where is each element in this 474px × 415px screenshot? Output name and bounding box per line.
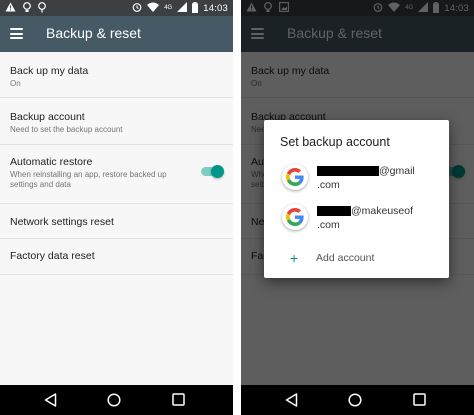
setting-back-up-my-data[interactable]: Back up my data On	[0, 52, 233, 98]
left-screen: 4G 14:03 Backup & reset Back up my data …	[0, 0, 233, 415]
setting-automatic-restore[interactable]: Automatic restore When reinstalling an a…	[0, 145, 233, 204]
google-icon	[282, 164, 308, 190]
warning-icon	[5, 2, 16, 14]
setting-summary: When reinstalling an app, restore backed…	[10, 170, 167, 189]
recents-icon[interactable]	[413, 393, 426, 411]
setting-title: Backup account	[10, 111, 85, 123]
page-title: Backup & reset	[46, 25, 141, 41]
account-domain: @makeuseof	[351, 205, 414, 217]
settings-list: Back up my data On Backup account Need t…	[0, 52, 233, 275]
status-bar: 4G 14:03	[0, 0, 233, 16]
setting-summary: On	[10, 79, 21, 88]
account-email: @gmail .com	[317, 164, 415, 192]
add-account-label: Add account	[316, 252, 375, 264]
lightbulb-icon	[23, 1, 31, 15]
home-icon[interactable]	[348, 393, 362, 412]
account-option-makeuseof[interactable]: @makeuseof .com	[282, 204, 413, 232]
setting-title: Automatic restore	[10, 156, 93, 168]
setting-factory-data-reset[interactable]: Factory data reset	[0, 239, 233, 275]
account-email: @makeuseof .com	[317, 204, 413, 232]
alarm-icon	[132, 2, 142, 14]
setting-network-settings-reset[interactable]: Network settings reset	[0, 204, 233, 239]
plus-icon: +	[290, 250, 299, 266]
add-account-button[interactable]: + Add account	[290, 250, 374, 266]
clock: 14:03	[203, 2, 228, 14]
account-option-gmail[interactable]: @gmail .com	[282, 164, 415, 192]
set-backup-account-dialog: Set backup account @gmail .com @makeuseo…	[264, 120, 449, 278]
setting-summary: Need to set the backup account	[10, 125, 123, 134]
setting-title: Factory data reset	[10, 250, 95, 262]
location-icon	[38, 1, 46, 15]
wifi-icon	[147, 2, 160, 14]
battery-icon	[192, 1, 199, 15]
dialog-title: Set backup account	[280, 135, 390, 149]
back-icon[interactable]	[44, 393, 57, 412]
app-bar: Backup & reset	[0, 16, 233, 52]
home-icon[interactable]	[107, 393, 121, 412]
right-screen: 4G 14:03 Backup & reset Back up my data …	[241, 0, 474, 415]
setting-backup-account[interactable]: Backup account Need to set the backup ac…	[0, 98, 233, 145]
navigation-bar	[241, 385, 474, 415]
back-icon[interactable]	[285, 393, 298, 412]
navigation-bar	[0, 385, 233, 415]
automatic-restore-toggle[interactable]	[201, 165, 224, 178]
account-tld: .com	[317, 219, 340, 231]
redaction-bar	[317, 166, 379, 177]
network-type: 4G	[164, 5, 173, 11]
signal-icon	[177, 2, 188, 14]
menu-icon[interactable]	[10, 28, 23, 39]
google-icon	[282, 204, 308, 230]
setting-title: Network settings reset	[10, 216, 114, 228]
setting-title: Back up my data	[10, 65, 89, 77]
recents-icon[interactable]	[172, 393, 185, 411]
account-domain: @gmail	[379, 165, 415, 177]
redaction-bar	[317, 206, 351, 217]
account-tld: .com	[317, 179, 340, 191]
toggle-knob	[211, 165, 224, 178]
